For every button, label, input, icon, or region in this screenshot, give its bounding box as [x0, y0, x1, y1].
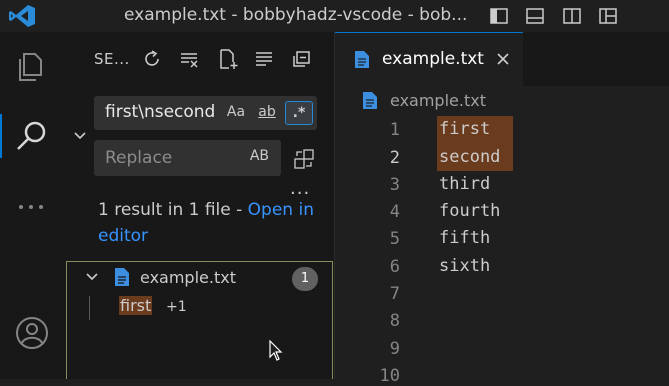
- line-number: 1: [389, 120, 400, 140]
- result-file-name: example.txt: [140, 268, 236, 287]
- account-icon[interactable]: [14, 315, 50, 351]
- tab-label: example.txt: [382, 49, 484, 69]
- chevron-down-icon[interactable]: [85, 270, 99, 284]
- sidebar-title: SE...: [94, 50, 130, 68]
- mouse-cursor-icon: [269, 340, 283, 361]
- search-icon[interactable]: [14, 118, 50, 154]
- whole-word-toggle[interactable]: ab: [255, 101, 279, 123]
- window-title: example.txt - bobbyhadz-vscode - bob...: [124, 5, 468, 25]
- replace-placeholder: Replace: [105, 148, 173, 168]
- more-icon[interactable]: [14, 197, 48, 217]
- editor-tabs: example.txt: [335, 32, 669, 86]
- preserve-case-toggle[interactable]: AB: [250, 148, 269, 164]
- active-indicator: [0, 114, 2, 158]
- results-count: 1 result in 1 file -: [98, 200, 248, 220]
- new-search-editor-icon[interactable]: [217, 48, 239, 70]
- toggle-panel-icon[interactable]: [525, 6, 545, 26]
- line-number: 5: [389, 229, 400, 249]
- code-line: sixth: [439, 256, 491, 276]
- vscode-logo-icon: [9, 5, 35, 27]
- replace-input[interactable]: Replace AB: [94, 140, 281, 176]
- replace-all-icon[interactable]: [293, 148, 315, 170]
- tab-example-txt[interactable]: example.txt: [335, 32, 523, 86]
- line-number: 4: [389, 202, 400, 222]
- view-as-tree-icon[interactable]: [253, 48, 275, 70]
- clear-results-icon[interactable]: [178, 48, 200, 70]
- line-number: 2: [389, 148, 400, 168]
- tree-indent-guide: [89, 296, 90, 320]
- code-line: fourth: [439, 201, 501, 221]
- code-line: first: [439, 119, 491, 139]
- search-sidebar: SE... first\nsecond Aa ab .* Replace AB …: [64, 32, 335, 379]
- code-line: third: [439, 174, 491, 194]
- refresh-icon[interactable]: [141, 48, 163, 70]
- match-more-lines: +1: [166, 299, 187, 315]
- code-line: second: [439, 147, 501, 167]
- toggle-secondary-sidebar-icon[interactable]: [562, 6, 582, 26]
- match-case-toggle[interactable]: Aa: [225, 101, 247, 123]
- results-message: 1 result in 1 file - Open in editor: [98, 197, 323, 249]
- line-number: 8: [389, 311, 400, 331]
- result-file-row[interactable]: example.txt 1: [67, 262, 332, 292]
- file-icon: [355, 51, 369, 68]
- toggle-primary-sidebar-icon[interactable]: [489, 6, 509, 26]
- activity-bar: [0, 32, 64, 379]
- collapse-all-icon[interactable]: [290, 48, 312, 70]
- match-count-badge: 1: [292, 267, 318, 291]
- code-line: fifth: [439, 228, 491, 248]
- explorer-icon[interactable]: [14, 50, 48, 84]
- line-number: 7: [389, 284, 400, 304]
- close-icon[interactable]: [495, 51, 511, 67]
- line-number: 6: [389, 257, 400, 277]
- line-number: 3: [389, 175, 400, 195]
- toggle-replace-chevron-icon[interactable]: [72, 128, 88, 144]
- file-icon: [363, 92, 377, 109]
- title-bar: example.txt - bobbyhadz-vscode - bob...: [0, 0, 669, 32]
- breadcrumb[interactable]: example.txt: [390, 91, 486, 110]
- search-input[interactable]: first\nsecond Aa ab .*: [94, 96, 317, 130]
- line-number: 10: [379, 366, 400, 386]
- results-tree: example.txt 1 first +1: [66, 261, 333, 379]
- customize-layout-icon[interactable]: [598, 6, 618, 26]
- line-number: 9: [389, 339, 400, 359]
- search-query: first\nsecond: [105, 102, 216, 122]
- regex-toggle[interactable]: .*: [285, 101, 313, 125]
- toggle-search-details-button[interactable]: ...: [290, 178, 310, 199]
- file-icon: [115, 268, 129, 286]
- match-preview[interactable]: first: [119, 296, 153, 315]
